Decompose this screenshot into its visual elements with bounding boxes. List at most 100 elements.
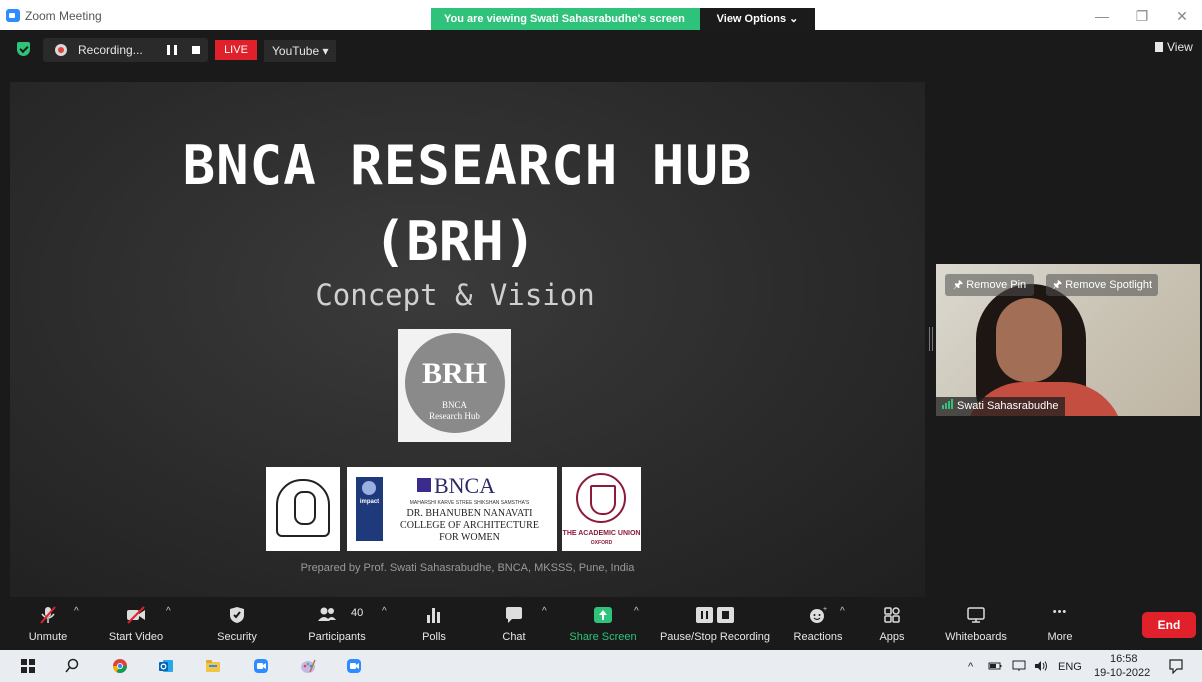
share-screen-icon — [594, 607, 612, 623]
crest-icon — [576, 473, 626, 523]
chrome-icon[interactable] — [112, 658, 128, 674]
input-language[interactable]: ENG — [1058, 661, 1082, 673]
meeting-topbar: Recording... LIVE YouTube ▾ View — [0, 30, 1202, 68]
view-button[interactable]: View — [1155, 40, 1193, 54]
more-button[interactable]: ••• More — [1036, 598, 1084, 650]
recording-dot-icon — [55, 44, 67, 56]
pause-stop-recording-label: Pause/Stop Recording — [659, 631, 771, 643]
academic-union-name: THE ACADEMIC UNION — [562, 530, 641, 537]
college-name-line1: DR. BHANUBEN NANAVATI — [406, 508, 533, 519]
slide-credit: Prepared by Prof. Swati Sahasrabudhe, BN… — [300, 562, 635, 574]
pin-icon: 🖈 — [953, 279, 967, 291]
samstha-text: MAHARSHI KARVE STREE SHIKSHAN SAMSTHA'S — [409, 500, 530, 506]
chat-options-caret[interactable]: ^ — [542, 606, 547, 617]
bnca-mark-icon — [417, 478, 431, 492]
video-options-caret[interactable]: ^ — [166, 606, 171, 617]
video-off-icon — [127, 606, 145, 624]
outlook-icon[interactable] — [158, 658, 174, 674]
notifications-icon[interactable] — [1168, 658, 1184, 674]
view-options-button[interactable]: View Options ⌄ — [700, 8, 815, 30]
share-screen-button[interactable]: ^ Share Screen — [566, 598, 640, 650]
stop-recording-icon[interactable] — [192, 46, 200, 54]
clock-time[interactable]: 16:58 — [1110, 653, 1138, 665]
remove-pin-label: Remove Pin — [966, 279, 1027, 291]
shared-screen: BNCA RESEARCH HUB (BRH) Concept & Vision… — [10, 82, 925, 597]
pause-stop-recording-button[interactable]: Pause/Stop Recording — [655, 598, 775, 650]
encryption-shield-icon[interactable] — [17, 42, 30, 56]
connection-signal-icon — [942, 397, 954, 416]
more-dots-icon: ••• — [1052, 606, 1068, 618]
clock-date[interactable]: 19-10-2022 — [1094, 667, 1150, 679]
brh-logo-sub2: Research Hub — [429, 411, 480, 421]
view-layout-icon — [1155, 42, 1163, 52]
restore-button[interactable]: ❐ — [1130, 6, 1154, 26]
zoom-meeting-taskbar-icon[interactable] — [346, 658, 362, 674]
polls-button[interactable]: Polls — [410, 598, 458, 650]
reactions-button[interactable]: + ^ Reactions — [790, 598, 846, 650]
minimize-button[interactable]: — — [1090, 6, 1114, 26]
participants-icon — [318, 607, 336, 621]
panel-resize-handle[interactable] — [929, 327, 933, 351]
audio-options-caret[interactable]: ^ — [74, 606, 79, 617]
emblem-icon — [276, 479, 330, 537]
security-button[interactable]: Security — [205, 598, 269, 650]
college-name-line2: COLLEGE OF ARCHITECTURE — [400, 520, 539, 531]
share-options-caret[interactable]: ^ — [634, 606, 639, 617]
remove-spotlight-button[interactable]: 🖈 Remove Spotlight — [1046, 274, 1159, 296]
start-video-button[interactable]: ^ Start Video — [100, 598, 172, 650]
spotlight-icon: 🖈 — [1052, 279, 1066, 291]
end-meeting-button[interactable]: End — [1142, 612, 1196, 638]
bnca-wordmark: BNCA — [417, 473, 495, 499]
un-impact-label: impact — [359, 499, 380, 505]
file-explorer-icon[interactable] — [205, 658, 221, 674]
search-icon[interactable] — [64, 658, 80, 674]
start-video-label: Start Video — [108, 631, 164, 643]
view-button-label: View — [1167, 40, 1193, 54]
reactions-label: Reactions — [793, 631, 843, 643]
share-screen-label: Share Screen — [569, 631, 637, 643]
pause-recording-icon[interactable] — [167, 45, 177, 55]
academic-union-logo: THE ACADEMIC UNION OXFORD — [562, 467, 641, 551]
zoom-app-icon — [6, 9, 20, 22]
chat-button[interactable]: ^ Chat — [490, 598, 546, 650]
chat-icon — [506, 607, 522, 623]
unmute-label: Unmute — [28, 631, 68, 643]
recording-indicator: Recording... — [43, 38, 208, 62]
close-button[interactable]: ✕ — [1170, 6, 1194, 26]
participant-name-tag: Swati Sahasrabudhe — [936, 397, 1065, 416]
participants-options-caret[interactable]: ^ — [382, 606, 387, 617]
unmute-button[interactable]: ^ Unmute — [18, 598, 79, 650]
network-icon[interactable] — [1012, 660, 1028, 672]
academic-union-place: OXFORD — [590, 540, 613, 546]
zoom-taskbar-icon[interactable] — [253, 658, 269, 674]
college-name-line3: FOR WOMEN — [439, 532, 500, 543]
security-label: Security — [217, 631, 257, 643]
polls-label: Polls — [422, 631, 446, 643]
participants-button[interactable]: 40 ^ Participants — [298, 598, 386, 650]
remove-spotlight-label: Remove Spotlight — [1065, 279, 1153, 291]
un-impact-badge — [356, 477, 383, 541]
live-stream-target-dropdown[interactable]: YouTube ▾ — [264, 40, 336, 62]
tray-overflow-caret[interactable]: ^ — [968, 661, 973, 673]
speaker-icon[interactable] — [1034, 660, 1048, 672]
window-title: Zoom Meeting — [25, 9, 102, 23]
polls-icon — [427, 608, 440, 623]
slide-subtitle: Concept & Vision — [315, 278, 595, 312]
participant-video-tile[interactable]: 🖈 Remove Pin 🖈 Remove Spotlight Swati Sa… — [936, 264, 1200, 416]
paint-icon[interactable] — [300, 658, 316, 674]
battery-icon[interactable] — [988, 660, 1002, 672]
bnca-college-logo: impact BNCA MAHARSHI KARVE STREE SHIKSHA… — [347, 467, 557, 551]
whiteboards-button[interactable]: Whiteboards — [938, 598, 1014, 650]
brh-logo: BRH BNCA Research Hub — [398, 329, 511, 442]
live-badge: LIVE — [215, 40, 257, 60]
recording-label: Recording... — [78, 43, 143, 57]
muted-mic-icon — [40, 606, 56, 624]
reactions-options-caret[interactable]: ^ — [840, 606, 845, 617]
apps-button[interactable]: Apps — [870, 598, 914, 650]
remove-pin-button[interactable]: 🖈 Remove Pin — [945, 274, 1035, 296]
apps-icon — [884, 607, 900, 623]
participants-count: 40 — [351, 607, 364, 619]
windows-start-icon[interactable] — [20, 658, 36, 674]
participant-video-face — [996, 298, 1062, 382]
slide-title-line1: BNCA RESEARCH HUB — [182, 134, 753, 197]
